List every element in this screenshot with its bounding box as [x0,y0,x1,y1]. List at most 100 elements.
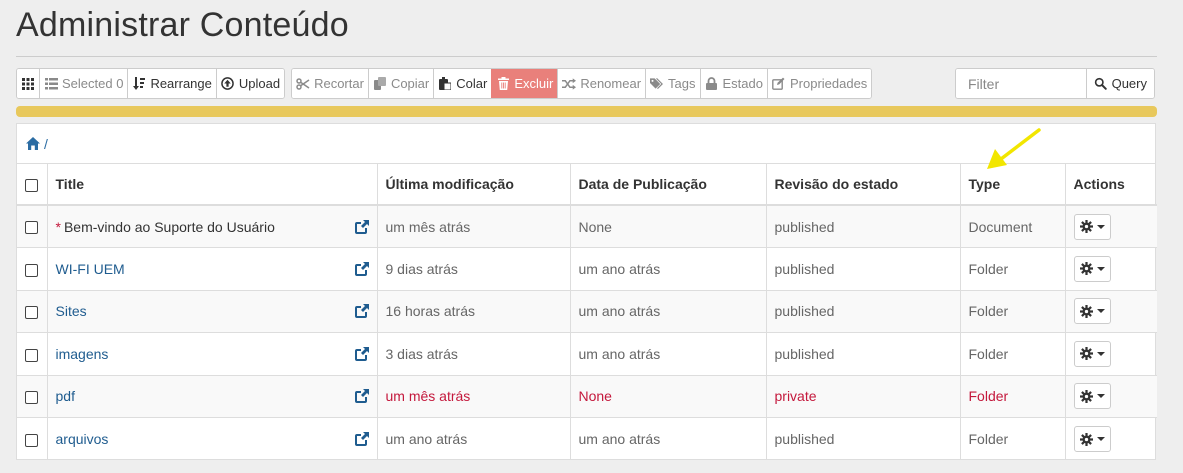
row-checkbox[interactable] [25,433,38,447]
row-actions-button[interactable] [1073,426,1111,452]
content-table: Title Última modificação Data de Publica… [17,164,1157,460]
published-cell: um ano atrás [570,332,767,376]
external-link-icon[interactable] [354,261,369,276]
column-header-published[interactable]: Data de Publicação [570,164,767,206]
modified-cell: 9 dias atrás [377,247,571,291]
toolbar: Selected 0 Rearrange Upload Recortar Copiar… [16,68,873,99]
select-all-button[interactable] [17,69,39,98]
actions-cell [1065,247,1157,291]
copy-button[interactable]: Copiar [367,69,434,98]
modified-cell: um ano atrás [377,417,571,460]
gear-icon [1080,304,1094,318]
row-checkbox[interactable] [25,263,38,277]
state-label: Estado [722,76,763,91]
query-button[interactable]: Query [1085,69,1154,98]
actions-cell [1065,375,1157,418]
item-title-link[interactable]: Sites [56,303,87,319]
actions-cell [1065,205,1157,248]
published-cell: None [570,205,767,248]
actions-button-group: Recortar Copiar Colar Excluir Renomear Tags Es… [291,68,873,99]
table-row[interactable]: WI-FI UEM 9 dias atrás um ano atrás publish… [17,247,1157,291]
state-cell: published [766,290,961,333]
title-cell: Sites [47,290,378,333]
actions-cell [1065,332,1157,376]
rearrange-label: Rearrange [150,76,212,91]
title-cell: WI-FI UEM [47,247,378,291]
external-link-icon[interactable] [354,432,369,446]
copy-label: Copiar [390,76,430,91]
row-actions-button[interactable] [1073,340,1111,367]
item-title-link[interactable]: Bem-vindo ao Suporte do Usuário [64,219,275,235]
paste-button[interactable]: Colar [433,69,492,98]
table-row[interactable]: pdf um mês atrás None private Folder [17,375,1157,418]
row-actions-button[interactable] [1073,213,1111,240]
state-cell: private [766,375,961,418]
table-row[interactable]: Sites 16 horas atrás um ano atrás published… [17,290,1157,333]
external-link-icon[interactable] [354,219,369,234]
select-all-cell [17,164,48,206]
annotation-arrow-icon [987,128,1041,169]
row-actions-button[interactable] [1073,383,1111,410]
properties-button[interactable]: Propriedades [766,69,872,98]
title-cell: arquivos [47,417,378,460]
row-select-cell [17,417,48,460]
tags-button[interactable]: Tags [645,69,700,98]
upload-button[interactable]: Upload [215,69,285,98]
title-cell: pdf [47,375,378,418]
table-row[interactable]: arquivos um ano atrás um ano atrás publishe… [17,417,1157,461]
filter-input[interactable] [956,69,1086,98]
column-header-modified[interactable]: Última modificação [377,164,571,206]
type-cell: Document [960,205,1066,248]
caret-down-icon [1096,437,1105,441]
sort-icon [132,77,146,91]
search-icon [1094,77,1108,91]
row-select-cell [17,205,48,248]
title-cell: imagens [47,332,378,376]
row-select-cell [17,332,48,376]
rearrange-button[interactable]: Rearrange [127,69,216,98]
external-link-icon[interactable] [354,389,369,404]
state-cell: published [766,417,961,460]
row-checkbox[interactable] [25,348,38,362]
row-checkbox[interactable] [25,221,38,235]
grid-icon [21,77,35,91]
query-label: Query [1111,76,1147,91]
gear-icon [1080,389,1094,403]
item-title-link[interactable]: pdf [56,388,75,404]
modified-cell: 16 horas atrás [377,290,571,333]
column-header-title[interactable]: Title [47,164,378,206]
actions-cell [1065,418,1157,461]
gear-icon [1080,220,1094,234]
state-cell: published [766,332,961,376]
trash-icon [496,77,510,91]
item-title-link[interactable]: arquivos [56,431,109,447]
item-title-link[interactable]: imagens [56,346,109,362]
caret-down-icon [1096,351,1105,356]
select-all-checkbox[interactable] [25,178,38,192]
row-checkbox[interactable] [25,391,38,405]
selected-button[interactable]: Selected 0 [39,69,128,98]
row-select-cell [17,290,48,333]
column-header-state[interactable]: Revisão do estado [766,164,961,206]
cut-button[interactable]: Recortar [292,69,368,98]
row-select-cell [17,247,48,291]
state-cell: published [766,205,961,248]
required-marker: * [55,218,61,235]
published-cell: None [570,375,767,418]
table-row[interactable]: imagens 3 dias atrás um ano atrás published… [17,332,1157,376]
item-title-link[interactable]: WI-FI UEM [56,261,125,277]
delete-label: Excluir [514,76,554,91]
row-checkbox[interactable] [25,306,38,320]
published-cell: um ano atrás [570,290,767,333]
row-actions-button[interactable] [1073,255,1111,282]
external-link-icon[interactable] [354,346,369,361]
rename-button[interactable]: Renomear [557,69,646,98]
state-button[interactable]: Estado [699,69,767,98]
external-link-icon[interactable] [354,304,369,319]
row-actions-button[interactable] [1073,298,1111,325]
paste-label: Colar [456,76,488,91]
delete-button[interactable]: Excluir [491,69,558,98]
home-icon[interactable] [25,136,41,152]
caret-down-icon [1096,394,1105,399]
table-row[interactable]: * Bem-vindo ao Suporte do Usuário um mês a… [17,205,1157,248]
